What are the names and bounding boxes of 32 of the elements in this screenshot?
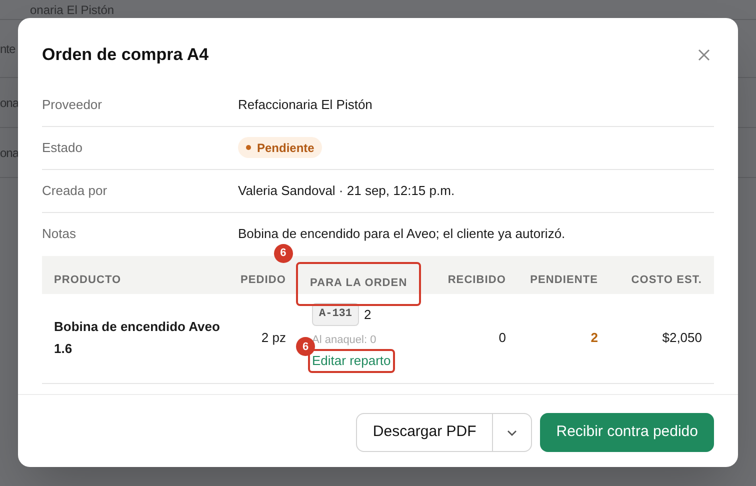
column-header: PARA LA ORDEN <box>310 276 408 292</box>
column-header: PRODUCTO <box>53 273 122 288</box>
allocation-quantity: 2 <box>364 306 372 324</box>
annotation-badge: 6 <box>274 244 293 262</box>
detail-value: Bobina de encendido para el Aveo; el cliente ya autorizó. <box>238 225 566 244</box>
column-header: PEDIDO <box>240 273 286 288</box>
download-pdf-button[interactable]: Descargar PDF <box>356 414 494 451</box>
detail-label: Notas <box>42 225 77 244</box>
part-code-tag: A-131 <box>312 303 360 326</box>
table-cell-text: $2,050 <box>661 329 703 348</box>
status-badge: Pendiente <box>238 137 322 158</box>
chevron-down-icon <box>507 430 518 436</box>
detail-label: Estado <box>42 138 84 157</box>
table-cell-text: 0 <box>498 329 506 348</box>
dialog-title: Orden de compra A4 <box>42 44 209 66</box>
column-header: PENDIENTE <box>529 273 598 288</box>
column-header: RECIBIDO <box>446 273 506 288</box>
detail-label: Creada por <box>42 182 108 200</box>
column-header: COSTO EST. <box>630 273 703 288</box>
table-cell-text: 2 pz <box>260 329 286 348</box>
background-text: nte <box>0 40 16 58</box>
pending-quantity: 2 <box>590 329 598 348</box>
detail-value: Valeria Sandoval · 21 sep, 12:15 p.m. <box>238 182 455 200</box>
detail-value: Refaccionaria El Pistón <box>238 96 372 114</box>
background-text: ona <box>0 94 19 112</box>
background-text: onaria El Pistón <box>29 2 114 18</box>
background-text: ona <box>0 144 19 162</box>
receive-button[interactable]: Recibir contra pedido <box>540 413 714 452</box>
edit-allocation-link[interactable]: Editar reparto <box>312 353 391 368</box>
detail-label: Proveedor <box>42 96 103 114</box>
product-name: Bobina de encendido Aveo 1.6 <box>53 318 221 358</box>
close-icon <box>698 48 710 61</box>
